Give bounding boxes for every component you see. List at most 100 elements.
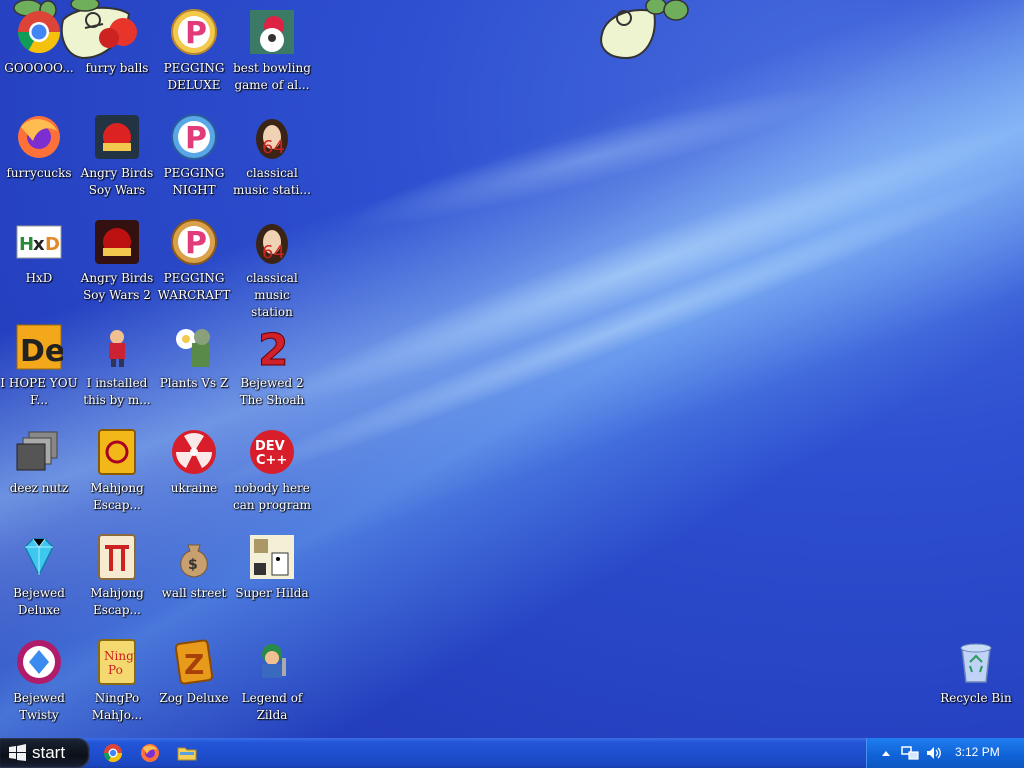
desktop-icon[interactable]: deez nutz	[0, 428, 78, 497]
desktop-icon-label: Plants Vs Z	[159, 376, 229, 390]
desktop-icon[interactable]: P PEGGING NIGHT	[155, 113, 233, 199]
desktop-icon[interactable]: De I HOPE YOU F...	[0, 323, 78, 409]
desktop-icon[interactable]: P PEGGING WARCRAFT	[155, 218, 233, 304]
desktop: GOOOOO... furry balls P PEGGING DELUXE best …	[0, 0, 1024, 738]
taskbar: start 3:12 PM	[0, 738, 1024, 768]
classical-music-icon: 64	[248, 218, 296, 266]
svg-text:2: 2	[258, 325, 289, 371]
svg-text:De: De	[20, 334, 63, 369]
angry-birds-icon	[93, 113, 141, 161]
desktop-icon-recycle-bin[interactable]: Recycle Bin	[937, 638, 1015, 707]
character-icon	[93, 323, 141, 371]
bowling-icon	[248, 8, 296, 56]
desktop-icon[interactable]: Legend of Zilda	[233, 638, 311, 724]
desktop-icon[interactable]: DEV C++ nobody here can program	[233, 428, 311, 514]
svg-text:DEV: DEV	[255, 439, 285, 454]
money-bag-icon: $	[170, 533, 218, 581]
desktop-icon-label: deez nutz	[9, 481, 69, 495]
desktop-icon[interactable]: 64 classical music stati...	[233, 113, 311, 199]
mahjong-icon	[93, 428, 141, 476]
quicklaunch-firefox-icon[interactable]	[139, 742, 161, 764]
desktop-icon[interactable]: Angry Birds Soy Wars	[78, 113, 156, 199]
desktop-icon-label: Bejewed Twisty	[13, 691, 65, 722]
radiation-icon	[170, 428, 218, 476]
desktop-icon[interactable]: Ning Po NingPo MahJo...	[78, 638, 156, 724]
desktop-icon[interactable]: Mahjong Escap...	[78, 533, 156, 619]
bejeweled-2-icon: 2	[248, 323, 296, 377]
network-icon[interactable]	[901, 745, 919, 761]
desktop-icon[interactable]: P PEGGING DELUXE	[155, 8, 233, 94]
desktop-icon[interactable]: Bejewed Deluxe	[0, 533, 78, 619]
mahjong-torii-icon	[93, 533, 141, 581]
desktop-icon[interactable]: best bowling game of al...	[233, 8, 311, 94]
desktop-icon[interactable]: GOOOOO...	[0, 8, 78, 77]
pegging-warcraft-icon: P	[170, 218, 218, 266]
desktop-icon[interactable]: 2 Bejewed 2 The Shoah	[233, 323, 311, 409]
desktop-icon-label: Recycle Bin	[940, 691, 1012, 705]
chrome-icon	[15, 8, 63, 56]
quicklaunch-chrome-icon[interactable]	[102, 742, 124, 764]
desktop-icon-label: Bejewed 2 The Shoah	[239, 376, 305, 407]
desktop-icon[interactable]: 64 classical music station	[233, 218, 311, 321]
svg-text:64: 64	[262, 137, 285, 158]
desktop-icon-label: best bowling game of al...	[233, 61, 311, 92]
desktop-icon-label: NingPo MahJo...	[91, 691, 143, 722]
desktop-icon-label: Angry Birds Soy Wars	[80, 166, 154, 197]
desktop-icon-label: wall street	[161, 586, 227, 600]
desktop-icon-label: classical music stati...	[233, 166, 311, 197]
pegging-deluxe-icon: P	[170, 8, 218, 56]
svg-text:P: P	[185, 16, 207, 51]
desktop-icon-label: PEGGING DELUXE	[163, 61, 225, 92]
svg-text:D: D	[45, 234, 60, 255]
clock[interactable]: 3:12 PM	[955, 745, 1000, 759]
desktop-icon-label: PEGGING NIGHT	[163, 166, 225, 197]
bejeweled-twist-icon	[15, 638, 63, 686]
desktop-icon-label: Mahjong Escap...	[90, 481, 144, 512]
desktop-icon[interactable]: Plants Vs Z	[155, 323, 233, 392]
desktop-icon[interactable]: Mahjong Escap...	[78, 428, 156, 514]
plants-vs-zombies-icon	[170, 323, 218, 371]
firefox-icon	[15, 113, 63, 161]
desktop-icon[interactable]: Super Hilda	[233, 533, 311, 602]
desktop-icon-label: I HOPE YOU F...	[0, 376, 78, 407]
chevron-up-icon[interactable]	[881, 748, 891, 758]
desktop-icon[interactable]: Z Zog Deluxe	[155, 638, 233, 707]
svg-text:x: x	[33, 234, 45, 255]
desktop-icon[interactable]: Hx D HxD	[0, 218, 78, 287]
angry-birds-2-icon	[93, 218, 141, 266]
svg-text:Z: Z	[184, 648, 204, 681]
de-icon: De	[15, 323, 65, 371]
start-label: start	[32, 743, 66, 762]
diamond-icon	[15, 533, 63, 581]
desktop-icon[interactable]: $ wall street	[155, 533, 233, 602]
classical-music-icon: 64	[248, 113, 296, 161]
desktop-icon-label: Angry Birds Soy Wars 2	[80, 271, 154, 302]
volume-icon[interactable]	[925, 745, 943, 761]
desktop-icon-label: Bejewed Deluxe	[13, 586, 65, 617]
desktop-icon-label: Legend of Zilda	[241, 691, 303, 722]
legend-icon	[248, 638, 296, 686]
windows-logo-icon	[9, 744, 26, 761]
desktop-icon[interactable]: furrycucks	[0, 113, 78, 182]
svg-text:C++: C++	[256, 453, 287, 468]
desktop-icon[interactable]: furry balls	[78, 8, 156, 77]
desktop-icon-label: PEGGING WARCRAFT	[157, 271, 231, 302]
desktop-icon[interactable]: Bejewed Twisty	[0, 638, 78, 724]
wallpaper-streak	[192, 148, 1024, 509]
svg-text:64: 64	[262, 242, 285, 263]
svg-text:H: H	[19, 234, 34, 255]
desktop-icon-label: Super Hilda	[235, 586, 309, 600]
svg-text:$: $	[188, 557, 198, 573]
desktop-icon[interactable]: I installed this by m...	[78, 323, 156, 409]
desktop-icon-label: nobody here can program	[233, 481, 312, 512]
desktop-icon-label: furrycucks	[6, 166, 72, 180]
desktop-icon-label: Mahjong Escap...	[90, 586, 144, 617]
system-tray: 3:12 PM	[866, 738, 1024, 768]
desktop-icon-label: furry balls	[85, 61, 149, 75]
start-button[interactable]: start	[0, 738, 90, 768]
desktop-icon[interactable]: Angry Birds Soy Wars 2	[78, 218, 156, 304]
desktop-icon[interactable]: ukraine	[155, 428, 233, 497]
recycle-bin-icon	[952, 638, 1000, 686]
quicklaunch-folder-icon[interactable]	[176, 742, 198, 764]
svg-text:P: P	[185, 226, 207, 261]
